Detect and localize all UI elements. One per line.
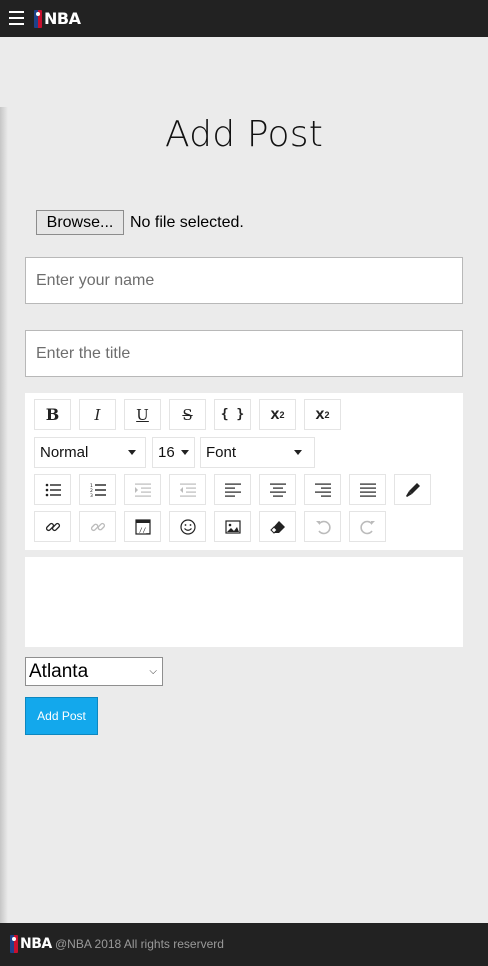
file-upload-row: Browse... No file selected. bbox=[36, 210, 244, 235]
nba-footer-logo[interactable]: NBA bbox=[10, 935, 52, 953]
numbered-list-icon[interactable]: 123 bbox=[79, 474, 116, 505]
nba-logo-text: NBA bbox=[44, 9, 81, 28]
hamburger-icon[interactable] bbox=[9, 11, 24, 25]
align-justify-icon[interactable] bbox=[349, 474, 386, 505]
format-select[interactable]: Normal bbox=[34, 437, 146, 468]
link-icon[interactable] bbox=[34, 511, 71, 542]
redo-icon[interactable] bbox=[349, 511, 386, 542]
content-edge-shadow bbox=[0, 107, 8, 923]
title-input[interactable] bbox=[25, 330, 463, 377]
footer: NBA @NBA 2018 All rights reserverd bbox=[0, 923, 488, 966]
align-left-icon[interactable] bbox=[214, 474, 251, 505]
browse-button[interactable]: Browse... bbox=[36, 210, 124, 235]
chevron-down-icon bbox=[128, 450, 136, 455]
embed-icon[interactable]: //_ bbox=[124, 511, 161, 542]
subscript-icon[interactable]: x2 bbox=[304, 399, 341, 430]
size-select[interactable]: 16 bbox=[152, 437, 195, 468]
strikethrough-icon[interactable]: S bbox=[169, 399, 206, 430]
font-select[interactable]: Font bbox=[200, 437, 315, 468]
bullet-list-icon[interactable] bbox=[34, 474, 71, 505]
indent-icon[interactable] bbox=[124, 474, 161, 505]
color-picker-icon[interactable] bbox=[394, 474, 431, 505]
unlink-icon[interactable] bbox=[79, 511, 116, 542]
chevron-down-icon bbox=[294, 450, 302, 455]
font-select-value: Font bbox=[206, 444, 237, 461]
file-status-text: No file selected. bbox=[130, 213, 244, 231]
nba-logo-mark-icon bbox=[34, 9, 42, 28]
underline-icon[interactable]: U bbox=[124, 399, 161, 430]
nba-footer-logo-text: NBA bbox=[20, 936, 52, 952]
eraser-icon[interactable] bbox=[259, 511, 296, 542]
post-body-editor[interactable] bbox=[25, 557, 463, 647]
undo-icon[interactable] bbox=[304, 511, 341, 542]
size-select-value: 16 bbox=[158, 444, 175, 461]
chevron-down-icon: ⌵ bbox=[149, 666, 157, 677]
align-center-icon[interactable] bbox=[259, 474, 296, 505]
format-select-value: Normal bbox=[40, 444, 89, 461]
city-select[interactable]: Atlanta ⌵ bbox=[25, 657, 163, 686]
svg-text:3: 3 bbox=[90, 493, 93, 497]
outdent-icon[interactable] bbox=[169, 474, 206, 505]
editor-toolbar: B I U S { } x2 x2 Normal 16 Font 123 //_ bbox=[25, 393, 463, 550]
nba-logo[interactable]: NBA bbox=[34, 9, 81, 28]
add-post-button[interactable]: Add Post bbox=[25, 697, 98, 735]
italic-icon[interactable]: I bbox=[79, 399, 116, 430]
code-icon[interactable]: { } bbox=[214, 399, 251, 430]
name-input[interactable] bbox=[25, 257, 463, 304]
top-navbar: NBA bbox=[0, 0, 488, 37]
emoji-icon[interactable] bbox=[169, 511, 206, 542]
page-title: Add Post bbox=[164, 114, 324, 155]
chevron-down-icon bbox=[181, 450, 189, 455]
bold-icon[interactable]: B bbox=[34, 399, 71, 430]
svg-text://_: //_ bbox=[139, 527, 150, 534]
image-icon[interactable] bbox=[214, 511, 251, 542]
align-right-icon[interactable] bbox=[304, 474, 341, 505]
copyright-text: @NBA 2018 All rights reserverd bbox=[55, 937, 224, 951]
city-select-value: Atlanta bbox=[29, 660, 89, 682]
nba-logo-mark-icon bbox=[10, 935, 18, 953]
superscript-icon[interactable]: x2 bbox=[259, 399, 296, 430]
